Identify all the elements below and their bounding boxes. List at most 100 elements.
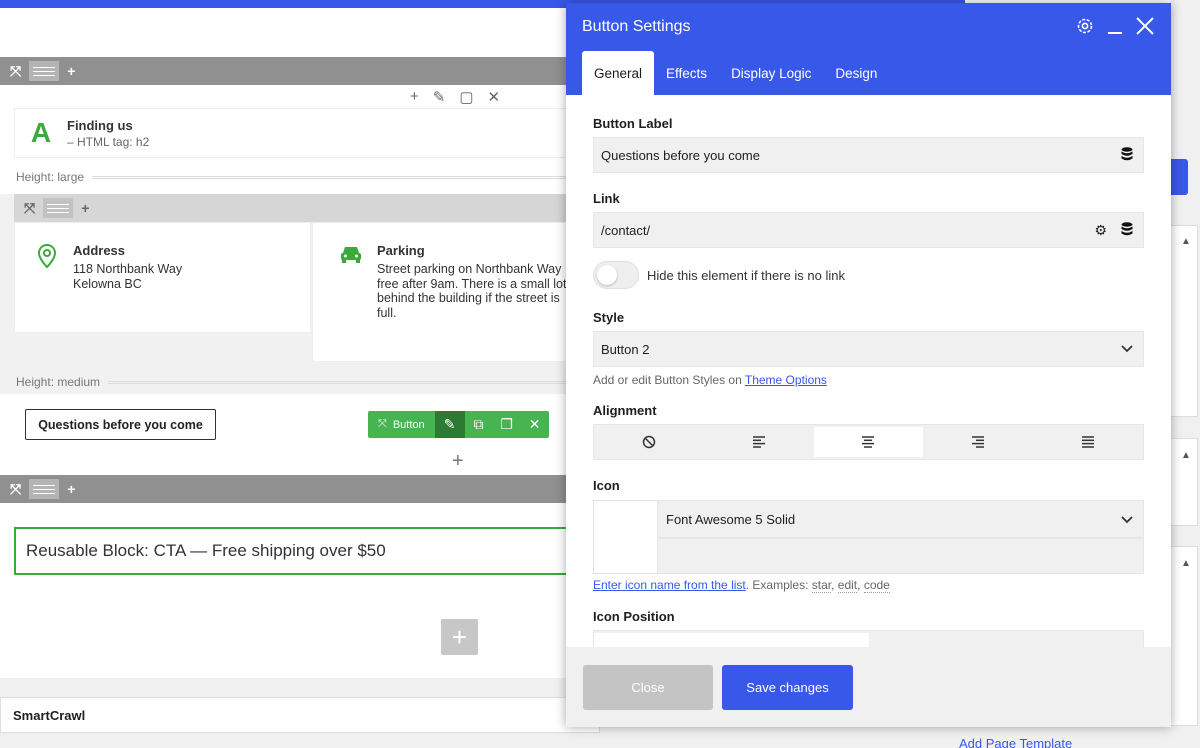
style-label: Style [593,310,625,325]
add-icon[interactable]: + [67,63,75,79]
align-left-icon[interactable] [704,425,814,459]
reusable-block[interactable]: Reusable Block: CTA — Free shipping over… [14,527,574,575]
align-center-icon[interactable] [813,427,924,457]
button-label-input[interactable]: Questions before you come [593,137,1144,173]
smartcrawl-panel[interactable]: SmartCrawl [0,697,600,733]
icon-list-link[interactable]: Enter icon name from the list [593,578,746,592]
chevron-down-icon [1121,342,1133,356]
duplicate-icon[interactable]: ⧉ [465,411,493,438]
close-icon[interactable] [1135,15,1155,37]
icon-library-select[interactable]: Font Awesome 5 Solid [657,500,1144,538]
height-large-label: Height: large [16,170,573,184]
delete-icon[interactable]: ✕ [521,411,549,438]
heading-module-subtitle: – HTML tag: h2 [67,134,150,149]
icon-name-input[interactable] [657,538,1144,574]
button-preview[interactable]: Questions before you come [25,409,216,440]
sidebar-panel [1170,225,1198,417]
gear-icon[interactable] [1075,15,1095,37]
icon-label: Icon [593,478,620,493]
icon-position-control: Before text After text [593,630,1144,647]
pencil-icon[interactable]: ✎ [433,88,446,106]
modal-title: Button Settings [582,18,691,35]
modal-body: Button Label Questions before you come L… [566,95,1171,647]
align-justify-icon[interactable] [1033,425,1143,459]
copy-icon[interactable]: ❐ [493,411,521,438]
hide-no-link-text: Hide this element if there is no link [647,268,845,283]
parking-line: Street parking on Northbank Way [377,262,562,276]
alignment-label: Alignment [593,403,657,418]
heading-module[interactable]: A Finding us – HTML tag: h2 [14,108,574,158]
parking-line: free after 9am. There is a small lot [377,276,567,291]
add-module-icon[interactable]: + [452,450,464,473]
add-row-button[interactable]: + [441,619,478,655]
link-label: Link [593,191,620,206]
address-card[interactable]: Address 118 Northbank Way Kelowna BC [14,222,311,333]
address-title: Address [73,243,126,258]
hide-no-link-toggle[interactable] [593,261,639,289]
tab-effects[interactable]: Effects [654,51,719,95]
parking-title: Parking [377,243,425,258]
align-none-icon[interactable] [594,425,704,459]
button-module-toolbar: ⤧ Button ✎ ⧉ ❐ ✕ [368,411,549,438]
caret-up-icon[interactable]: ▲ [1181,236,1191,247]
tab-general[interactable]: General [582,51,655,95]
icon-position-after[interactable]: After text [869,631,1144,648]
add-page-template-link[interactable]: Add Page Template [959,736,1072,748]
heading-icon: A [30,117,52,148]
expand-icon[interactable]: ⤧ [10,63,21,80]
parking-line: full. [377,305,397,320]
expand-icon: ⤧ [378,418,387,430]
gear-icon[interactable]: ⚙ [1094,222,1107,239]
alignment-control [593,424,1144,460]
parking-card[interactable]: Parking Street parking on Northbank Way … [312,222,600,362]
map-pin-icon [37,243,57,269]
close-button[interactable]: Close [583,665,713,710]
minimize-icon[interactable] [1105,15,1125,37]
link-input[interactable]: /contact/ ⚙ [593,212,1144,248]
sidebar-panel [1170,546,1198,726]
expand-icon[interactable]: ⤧ [24,200,35,217]
add-icon[interactable]: + [410,88,419,106]
drag-handle-icon[interactable] [29,479,60,499]
theme-options-link[interactable]: Theme Options [745,373,827,387]
car-icon [341,247,361,263]
chevron-down-icon [1121,513,1133,527]
save-changes-button[interactable]: Save changes [722,665,853,710]
align-right-icon[interactable] [923,425,1033,459]
row-toolbar-3: ⤧ + [0,475,600,503]
drag-handle-icon[interactable] [29,61,60,81]
row-toolbar-2: ⤧ + [14,194,600,222]
database-icon[interactable] [1121,221,1133,239]
modal-footer: Close Save changes [566,647,1171,727]
modal-tabs: General Effects Display Logic Design [582,51,889,95]
sidebar-blue-button[interactable] [1170,159,1188,195]
heading-module-title: Finding us [67,117,133,133]
clipboard-icon[interactable]: ▢ [459,88,473,106]
modal-header: Button Settings General Effects Display … [566,3,1171,95]
button-settings-modal: Button Settings General Effects Display … [566,3,1171,727]
database-icon[interactable] [1121,146,1133,164]
style-hint: Add or edit Button Styles on Theme Optio… [593,373,827,387]
style-select[interactable]: Button 2 [593,331,1144,367]
height-medium-label: Height: medium [16,375,569,389]
icon-hint: Enter icon name from the list. Examples:… [593,578,890,593]
caret-up-icon[interactable]: ▲ [1181,450,1191,461]
row-toolbar-1: ⤧ + [0,57,600,85]
add-icon[interactable]: + [81,200,89,216]
icon-preview-box[interactable] [593,500,658,574]
icon-position-before[interactable]: Before text [594,633,869,647]
parking-line: behind the building if the street is [377,291,560,305]
columns-handle-icon[interactable] [43,198,74,218]
expand-icon[interactable]: ⤧ [10,481,21,498]
add-icon[interactable]: + [67,481,75,497]
module-toolbar: + ✎ ▢ ✕ [410,88,500,106]
address-line: 118 Northbank Way [73,262,183,276]
address-line: Kelowna BC [73,276,142,291]
tab-design[interactable]: Design [823,51,889,95]
canvas-top-area [0,8,600,56]
caret-up-icon[interactable]: ▲ [1181,558,1191,569]
button-module-name[interactable]: ⤧ Button [368,411,435,438]
edit-pencil-icon[interactable]: ✎ [434,411,465,438]
close-icon[interactable]: ✕ [488,88,501,106]
tab-display-logic[interactable]: Display Logic [719,51,823,95]
